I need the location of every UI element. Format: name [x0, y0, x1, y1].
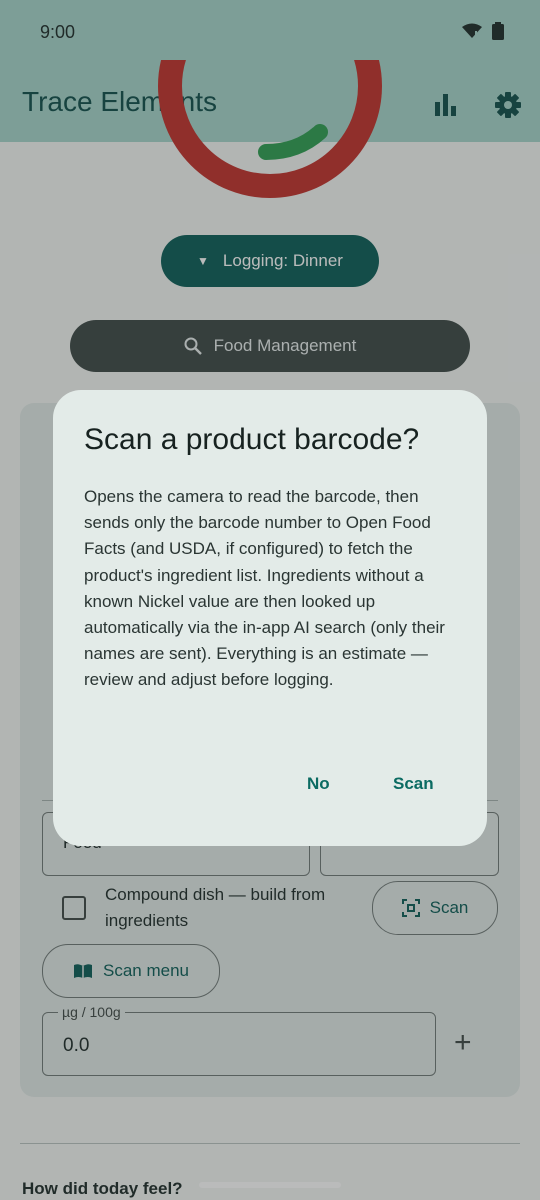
dialog-body: Opens the camera to read the barcode, th… — [84, 487, 445, 690]
dialog-scan-button[interactable]: Scan — [393, 770, 434, 798]
dialog-title: Scan a product barcode? — [84, 423, 420, 456]
dialog-no-button[interactable]: No — [307, 770, 330, 798]
